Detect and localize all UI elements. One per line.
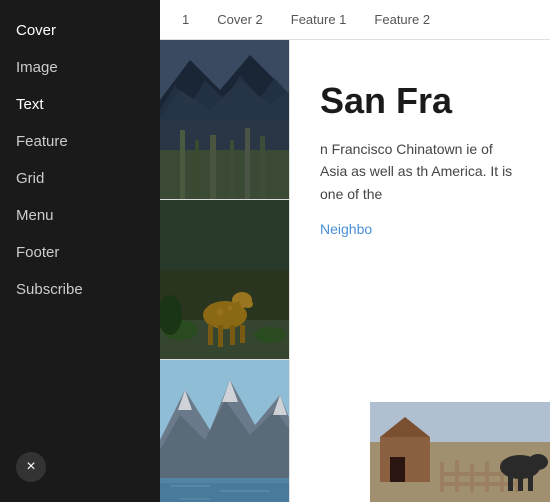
tab-feature2[interactable]: Feature 2 xyxy=(360,0,444,40)
sidebar-item-label: Text xyxy=(16,96,44,113)
tab-cover2[interactable]: Cover 2 xyxy=(203,0,277,40)
sidebar-item-label: Grid xyxy=(16,170,44,187)
thumbnail-image-1 xyxy=(160,40,289,200)
thumbnail-image-2 xyxy=(160,200,289,360)
close-icon: × xyxy=(26,458,35,476)
preview-title: San Fra xyxy=(320,80,520,122)
sidebar-item-label: Subscribe xyxy=(16,281,83,298)
thumbnail-2[interactable] xyxy=(160,200,289,360)
sidebar-item-subscribe[interactable]: Subscribe xyxy=(0,271,160,308)
thumbnail-3[interactable] xyxy=(160,360,289,502)
main-content: 1 Cover 2 Feature 1 Feature 2 xyxy=(160,0,550,502)
sidebar-item-label: Footer xyxy=(16,244,59,261)
preview-link[interactable]: Neighbo xyxy=(320,221,520,237)
preview-content: San Fra n Francisco Chinatown ie of Asia… xyxy=(290,40,550,257)
sidebar-item-label: Menu xyxy=(16,207,54,224)
sidebar-item-label: Feature xyxy=(16,133,68,150)
content-area: San Fra n Francisco Chinatown ie of Asia… xyxy=(160,40,550,502)
sidebar-item-image[interactable]: Image xyxy=(0,49,160,86)
bottom-image-svg xyxy=(370,402,550,502)
tab-cover1[interactable]: 1 xyxy=(168,0,203,40)
tabs-bar: 1 Cover 2 Feature 1 Feature 2 xyxy=(160,0,550,40)
close-button[interactable]: × xyxy=(16,452,46,482)
sidebar-item-menu[interactable]: Menu xyxy=(0,197,160,234)
sidebar-item-label: Image xyxy=(16,59,58,76)
preview-area: San Fra n Francisco Chinatown ie of Asia… xyxy=(290,40,550,502)
thumbnail-image-3 xyxy=(160,360,289,502)
thumbnail-1[interactable] xyxy=(160,40,289,200)
sidebar: Cover Image Text Feature Grid Menu Foote… xyxy=(0,0,160,502)
sidebar-item-footer[interactable]: Footer xyxy=(0,234,160,271)
thumbnail-column xyxy=(160,40,290,502)
sidebar-item-feature[interactable]: Feature xyxy=(0,123,160,160)
sidebar-item-text[interactable]: Text xyxy=(0,86,160,123)
preview-body-text: n Francisco Chinatown ie of Asia as well… xyxy=(320,138,520,205)
sidebar-item-cover[interactable]: Cover xyxy=(0,12,160,49)
preview-bottom-image xyxy=(370,402,550,502)
tab-feature1[interactable]: Feature 1 xyxy=(277,0,361,40)
sidebar-item-grid[interactable]: Grid xyxy=(0,160,160,197)
sidebar-item-label: Cover xyxy=(16,22,56,39)
